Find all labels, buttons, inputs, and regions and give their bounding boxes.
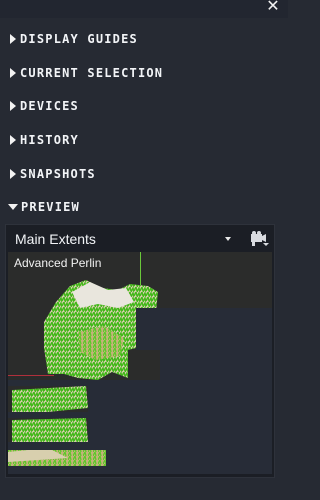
section-devices[interactable]: DEVICES	[0, 89, 288, 123]
preview-header: Main Extents	[6, 225, 274, 253]
chevron-right-icon	[10, 68, 16, 78]
view-select[interactable]: Main Extents	[15, 231, 237, 247]
section-snapshots[interactable]: SNAPSHOTS	[0, 157, 288, 191]
unrendered-tile	[88, 386, 272, 414]
chevron-down-icon	[8, 204, 18, 210]
chevron-right-icon	[10, 169, 16, 179]
caret-down-icon	[225, 237, 231, 241]
chevron-right-icon	[10, 101, 16, 111]
section-display-guides[interactable]: DISPLAY GUIDES	[0, 22, 288, 56]
title-bar: ✕	[0, 0, 288, 18]
section-label: HISTORY	[20, 133, 79, 147]
unrendered-tile	[106, 450, 272, 474]
chevron-right-icon	[10, 135, 16, 145]
unrendered-tile	[160, 350, 272, 380]
close-icon[interactable]: ✕	[266, 0, 280, 14]
unrendered-tile	[88, 418, 272, 444]
view-select-value: Main Extents	[15, 231, 96, 247]
section-current-selection[interactable]: CURRENT SELECTION	[0, 56, 288, 90]
section-label: CURRENT SELECTION	[20, 66, 164, 80]
section-label: SNAPSHOTS	[20, 167, 96, 181]
status-strip	[0, 484, 288, 500]
section-label: DEVICES	[20, 99, 79, 113]
section-label: PREVIEW	[21, 200, 80, 214]
unrendered-tile	[136, 308, 272, 350]
preview-viewport[interactable]: Advanced Perlin	[8, 252, 272, 474]
unrendered-tile	[8, 442, 272, 450]
section-preview[interactable]: PREVIEW	[0, 190, 288, 224]
unrendered-tile	[8, 466, 106, 474]
section-label: DISPLAY GUIDES	[20, 32, 138, 46]
camera-icon[interactable]	[249, 230, 271, 248]
x-axis-line	[8, 375, 54, 376]
preview-panel: Main Extents Advanced Perlin	[5, 224, 275, 478]
chevron-right-icon	[10, 34, 16, 44]
section-history[interactable]: HISTORY	[0, 123, 288, 157]
